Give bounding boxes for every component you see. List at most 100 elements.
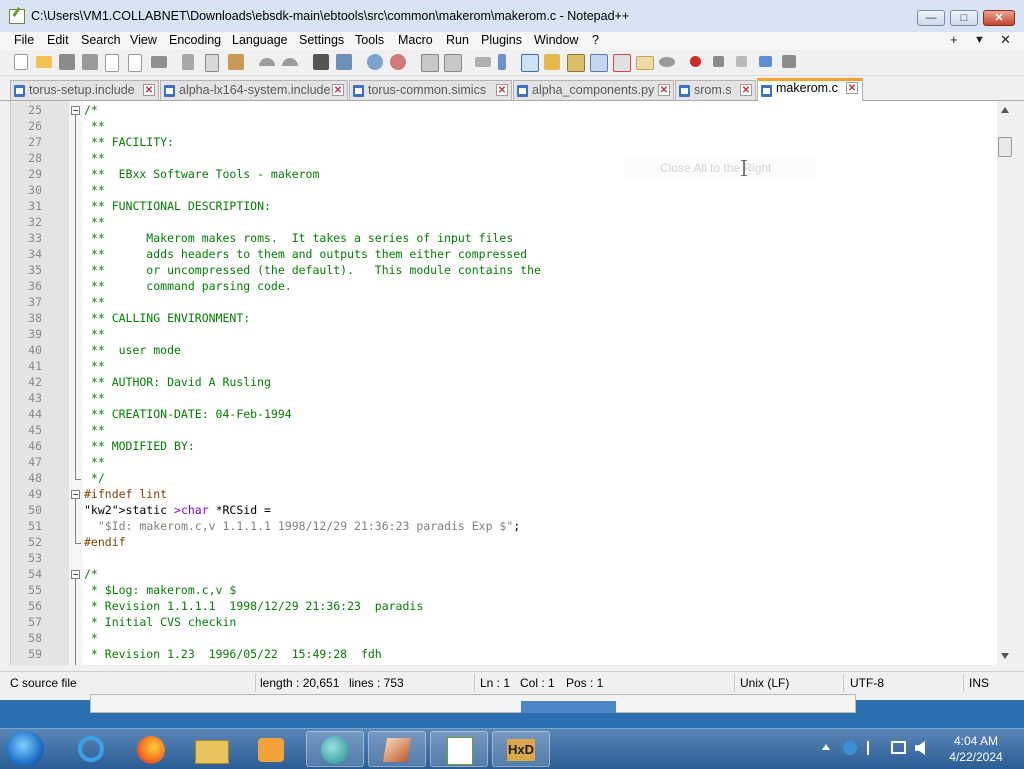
- undo-icon[interactable]: [259, 58, 275, 66]
- close-window-button[interactable]: ✕: [983, 10, 1015, 26]
- close-doc-button[interactable]: ✕: [1000, 32, 1011, 48]
- file-explorer-icon[interactable]: [182, 731, 240, 767]
- menu-encoding[interactable]: Encoding: [169, 33, 221, 47]
- show-hidden-icons-icon[interactable]: [822, 744, 830, 750]
- run-macro-multiple-icon[interactable]: [759, 56, 772, 67]
- volume-icon[interactable]: [915, 741, 925, 755]
- start-button[interactable]: [6, 731, 44, 767]
- new-tab-button[interactable]: +: [950, 32, 958, 47]
- status-eol[interactable]: Unix (LF): [740, 676, 789, 690]
- record-macro-icon[interactable]: [690, 56, 701, 67]
- zoom-out-icon[interactable]: [390, 54, 406, 70]
- open-file-icon[interactable]: [36, 56, 52, 68]
- monitor-icon[interactable]: [636, 56, 654, 70]
- show-all-chars-icon[interactable]: [498, 54, 506, 70]
- menu-run[interactable]: Run: [446, 33, 469, 47]
- status-separator: [255, 674, 256, 692]
- tab-makerom-c[interactable]: makerom.c ✕: [757, 78, 863, 101]
- play-macro-icon[interactable]: [736, 56, 747, 67]
- save-all-icon[interactable]: [82, 54, 98, 70]
- matlab-icon[interactable]: [368, 731, 426, 767]
- replace-icon[interactable]: [336, 54, 352, 70]
- tab-close-icon[interactable]: ✕: [846, 82, 858, 94]
- menu-macro[interactable]: Macro: [398, 33, 433, 47]
- folder-workspace-icon[interactable]: [613, 54, 631, 72]
- code-editor[interactable]: 25 /* 26 ** 27 ** FACILITY: 28 ** 29 ** EBxx …: [10, 101, 998, 665]
- tab-alpha-components-py[interactable]: alpha_components.py ✕: [513, 80, 674, 100]
- fold-margin[interactable]: [69, 101, 83, 665]
- menu-edit[interactable]: Edit: [47, 33, 69, 47]
- code-line: ** AUTHOR: David A Rusling: [84, 375, 271, 389]
- network-globe-icon[interactable]: [843, 741, 857, 755]
- fold-toggle-icon[interactable]: [71, 570, 80, 579]
- tab-close-icon[interactable]: ✕: [740, 84, 752, 96]
- eye-icon[interactable]: [659, 57, 675, 67]
- code-line: **: [84, 215, 105, 229]
- scroll-up-icon[interactable]: [1001, 107, 1009, 113]
- internet-explorer-icon[interactable]: [62, 731, 120, 767]
- tab-srom-s[interactable]: srom.s ✕: [675, 80, 756, 100]
- cut-icon[interactable]: [182, 54, 194, 70]
- system-clock[interactable]: 4:04 AM 4/22/2024: [940, 733, 1012, 765]
- notepadpp-icon[interactable]: [430, 731, 488, 767]
- close-icon[interactable]: [105, 54, 119, 72]
- find-icon[interactable]: [313, 54, 329, 70]
- notepadpp-app-icon[interactable]: [9, 9, 25, 24]
- menu-search[interactable]: Search: [81, 33, 121, 47]
- title-bar[interactable]: C:\Users\VM1.COLLABNET\Downloads\ebsdk-m…: [0, 0, 1024, 33]
- fold-toggle-icon[interactable]: [71, 490, 80, 499]
- background-window-progress: [521, 701, 616, 713]
- close-all-icon[interactable]: [128, 54, 142, 72]
- tab-alpha-lx164-system-include[interactable]: alpha-lx164-system.include ✕: [160, 80, 348, 100]
- redo-icon[interactable]: [282, 58, 298, 66]
- hxd-icon[interactable]: HxD: [492, 731, 550, 767]
- menu-settings[interactable]: Settings: [299, 33, 344, 47]
- fold-toggle-icon[interactable]: [71, 106, 80, 115]
- menu-help[interactable]: ?: [592, 33, 599, 47]
- tab-list-dropdown[interactable]: ▼: [974, 34, 985, 46]
- copy-icon[interactable]: [205, 54, 219, 72]
- media-player-icon[interactable]: [242, 731, 300, 767]
- menu-plugins[interactable]: Plugins: [481, 33, 522, 47]
- tab-torus-common-simics[interactable]: torus-common.simics ✕: [349, 80, 512, 100]
- background-window[interactable]: [90, 694, 856, 713]
- stop-macro-icon[interactable]: [713, 56, 724, 67]
- browser-icon[interactable]: [306, 731, 364, 767]
- code-line: "$Id: makerom.c,v 1.1.1.1 1998/12/29 21:…: [97, 519, 521, 533]
- tab-close-icon[interactable]: ✕: [496, 84, 508, 96]
- print-icon[interactable]: [151, 56, 167, 68]
- save-macro-icon[interactable]: [782, 55, 796, 68]
- zoom-in-icon[interactable]: [367, 54, 383, 70]
- status-insert-mode[interactable]: INS: [969, 676, 989, 690]
- function-list-icon[interactable]: [590, 54, 608, 72]
- tab-close-icon[interactable]: ✕: [332, 84, 344, 96]
- tab-close-icon[interactable]: ✕: [658, 84, 670, 96]
- scroll-down-icon[interactable]: [1001, 653, 1009, 659]
- firefox-icon[interactable]: [122, 731, 180, 767]
- doc-map-icon[interactable]: [567, 54, 585, 72]
- menu-tools[interactable]: Tools: [355, 33, 384, 47]
- network-icon[interactable]: [891, 741, 906, 754]
- paste-icon[interactable]: [228, 54, 244, 70]
- action-center-flag-icon[interactable]: [867, 741, 881, 755]
- save-icon[interactable]: [59, 54, 75, 70]
- sync-vertical-icon[interactable]: [421, 54, 439, 72]
- minimize-button[interactable]: —: [917, 10, 945, 26]
- maximize-button[interactable]: □: [950, 10, 978, 26]
- indent-guide-icon[interactable]: [521, 54, 539, 72]
- scroll-thumb[interactable]: [998, 137, 1012, 157]
- vertical-scrollbar[interactable]: [997, 101, 1014, 665]
- status-encoding[interactable]: UTF-8: [850, 676, 884, 690]
- sync-horizontal-icon[interactable]: [444, 54, 462, 72]
- tab-close-icon[interactable]: ✕: [143, 84, 155, 96]
- language-icon[interactable]: [544, 54, 560, 70]
- menu-language[interactable]: Language: [232, 33, 288, 47]
- new-file-icon[interactable]: [14, 54, 28, 70]
- word-wrap-icon[interactable]: [475, 57, 491, 67]
- status-separator: [734, 674, 735, 692]
- menu-view[interactable]: View: [130, 33, 157, 47]
- menu-file[interactable]: File: [14, 33, 34, 47]
- file-icon: [164, 85, 175, 97]
- tab-torus-setup-include[interactable]: torus-setup.include ✕: [10, 80, 159, 100]
- menu-window[interactable]: Window: [534, 33, 578, 47]
